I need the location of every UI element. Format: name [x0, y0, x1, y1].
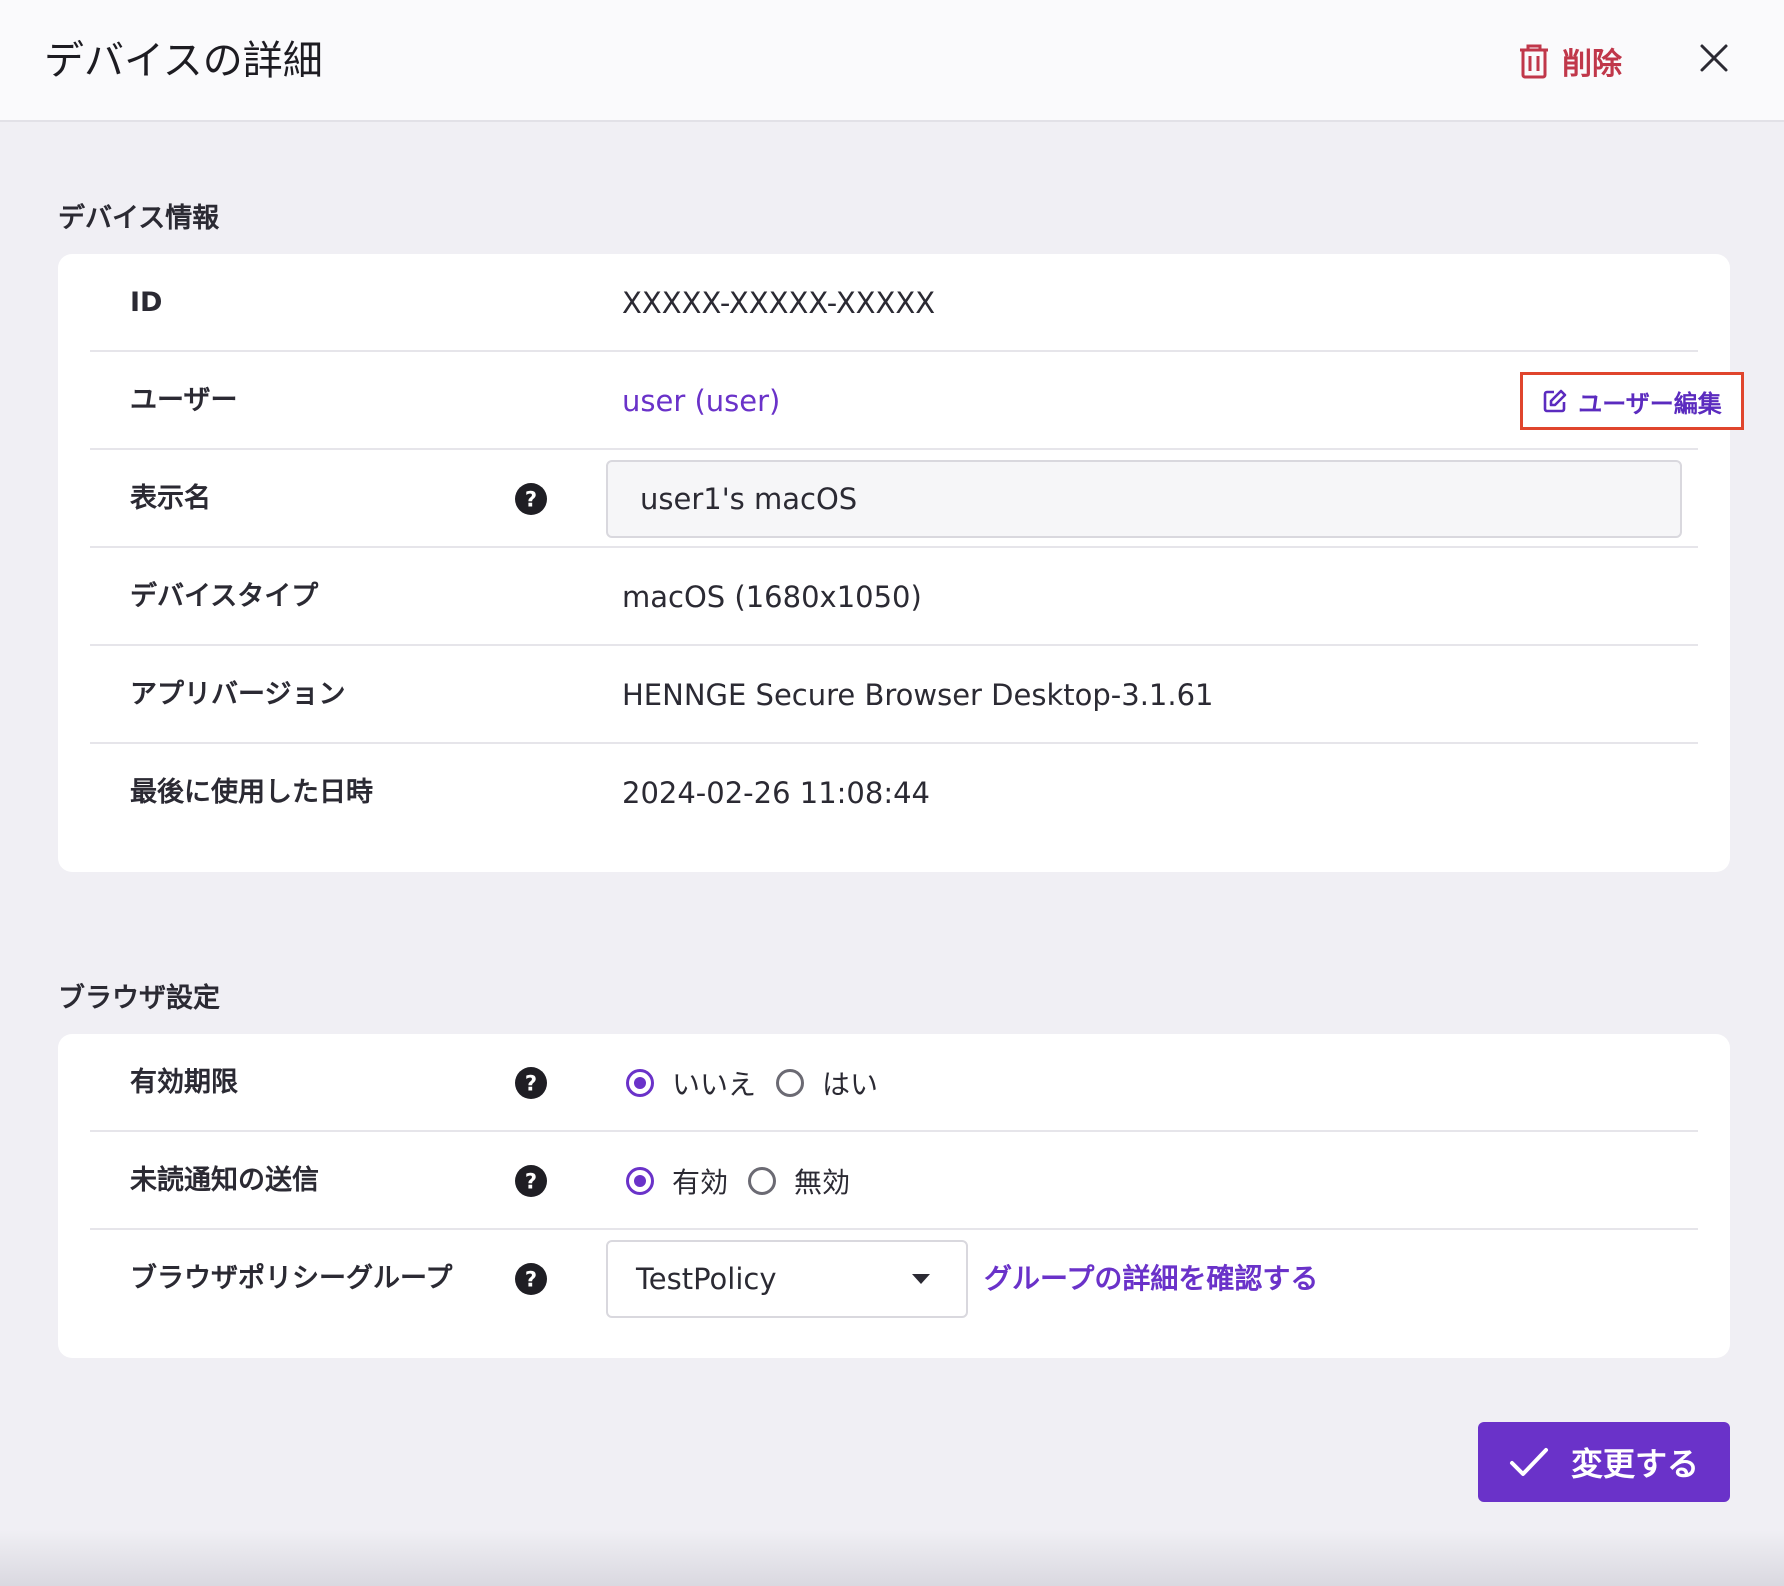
expiry-no-label: いいえ	[672, 1068, 757, 1101]
policy-group-label: ブラウザポリシーグループ	[130, 1263, 453, 1294]
row-unread-notification: 未読通知の送信 ? 有効 無効	[90, 1132, 1698, 1230]
row-expiry: 有効期限 ? いいえ はい	[90, 1034, 1698, 1132]
row-id: ID XXXXX-XXXXX-XXXXX	[90, 254, 1698, 352]
close-button[interactable]	[1696, 40, 1732, 76]
row-policy-group: ブラウザポリシーグループ ? TestPolicy グループの詳細を確認する	[90, 1230, 1698, 1328]
unread-enabled-label: 有効	[672, 1166, 729, 1199]
help-icon[interactable]: ?	[514, 1164, 548, 1198]
row-device-type: デバイスタイプ macOS (1680x1050)	[90, 548, 1698, 646]
caret-down-icon	[912, 1274, 930, 1284]
unread-enabled-radio[interactable]: 有効	[626, 1161, 728, 1201]
last-used-value: 2024-02-26 11:08:44	[622, 776, 930, 810]
browser-settings-title: ブラウザ設定	[58, 983, 220, 1014]
help-icon[interactable]: ?	[514, 1262, 548, 1296]
unread-radio-group: 有効 無効	[626, 1132, 870, 1230]
app-version-label: アプリバージョン	[130, 679, 346, 710]
delete-label: 削除	[1562, 47, 1622, 82]
edit-user-button[interactable]: ユーザー編集	[1520, 372, 1744, 430]
svg-text:?: ?	[525, 1072, 537, 1096]
row-app-version: アプリバージョン HENNGE Secure Browser Desktop-3…	[90, 646, 1698, 744]
bottom-shadow	[0, 1530, 1784, 1586]
device-info-title: デバイス情報	[58, 203, 220, 234]
browser-settings-card: 有効期限 ? いいえ はい 未読通知の送信 ? 有効 無効 ブラウザポリシーグル…	[58, 1034, 1730, 1358]
row-display-name: 表示名 ?	[90, 450, 1698, 548]
unread-label: 未読通知の送信	[130, 1165, 319, 1196]
edit-user-label: ユーザー編集	[1578, 389, 1722, 418]
display-name-input[interactable]	[606, 460, 1682, 538]
group-detail-link[interactable]: グループの詳細を確認する	[984, 1230, 1318, 1328]
policy-group-value: TestPolicy	[636, 1262, 777, 1296]
radio-unchecked-icon	[776, 1069, 805, 1097]
trash-icon	[1520, 44, 1548, 79]
unread-disabled-radio[interactable]: 無効	[748, 1161, 850, 1201]
device-type-label: デバイスタイプ	[130, 581, 319, 612]
svg-text:?: ?	[525, 1170, 537, 1194]
delete-button[interactable]: 削除	[1516, 38, 1622, 84]
svg-text:?: ?	[525, 488, 537, 512]
row-last-used: 最後に使用した日時 2024-02-26 11:08:44	[90, 744, 1698, 842]
radio-checked-icon	[626, 1069, 654, 1097]
id-label: ID	[130, 287, 163, 318]
row-user: ユーザー user (user) ユーザー編集	[90, 352, 1744, 450]
expiry-no-radio[interactable]: いいえ	[626, 1063, 756, 1103]
dialog-header: デバイスの詳細 削除	[0, 0, 1784, 122]
submit-button[interactable]: 変更する	[1478, 1422, 1730, 1502]
device-info-card: ID XXXXX-XXXXX-XXXXX ユーザー user (user) ユー…	[58, 254, 1744, 872]
user-link[interactable]: user (user)	[622, 352, 780, 450]
app-version-value: HENNGE Secure Browser Desktop-3.1.61	[622, 678, 1214, 712]
submit-label: 変更する	[1570, 1445, 1699, 1483]
expiry-yes-label: はい	[822, 1068, 879, 1101]
expiry-radio-group: いいえ はい	[626, 1034, 898, 1132]
dialog-title: デバイスの詳細	[44, 38, 323, 84]
display-name-label: 表示名	[130, 483, 211, 514]
expiry-yes-radio[interactable]: はい	[776, 1063, 878, 1103]
unread-disabled-label: 無効	[794, 1166, 851, 1199]
help-icon[interactable]: ?	[514, 1066, 548, 1100]
user-label: ユーザー	[130, 385, 238, 416]
device-type-value: macOS (1680x1050)	[622, 580, 922, 614]
radio-unchecked-icon	[748, 1167, 777, 1195]
svg-text:?: ?	[525, 1268, 537, 1292]
id-value: XXXXX-XXXXX-XXXXX	[622, 286, 936, 320]
policy-group-select[interactable]: TestPolicy	[606, 1240, 968, 1318]
check-icon	[1509, 1448, 1548, 1476]
last-used-label: 最後に使用した日時	[130, 777, 373, 808]
radio-checked-icon	[626, 1167, 654, 1195]
edit-icon	[1543, 389, 1567, 413]
expiry-label: 有効期限	[130, 1067, 238, 1098]
help-icon[interactable]: ?	[514, 482, 548, 516]
close-icon	[1700, 44, 1728, 72]
